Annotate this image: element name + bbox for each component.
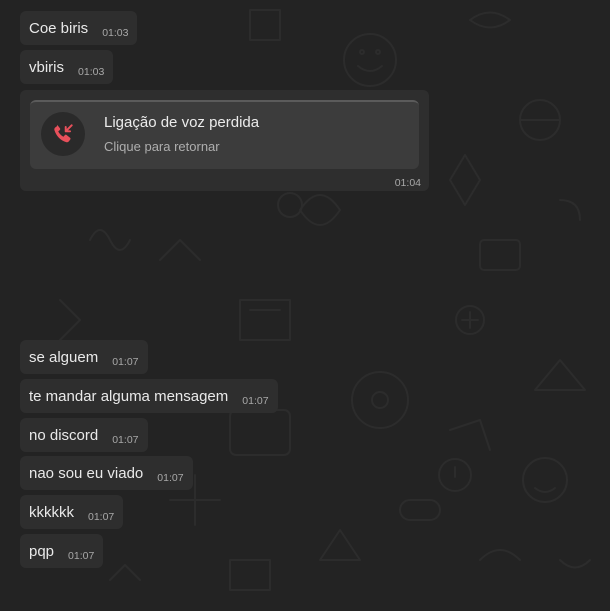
- message-time: 01:03: [78, 65, 105, 78]
- message-text: pqp: [29, 542, 55, 560]
- message-bubble[interactable]: nao sou eu viado 01:07: [20, 456, 193, 490]
- message-time: 01:07: [68, 549, 95, 562]
- message-text: no discord: [29, 426, 99, 444]
- message-text: kkkkkk: [29, 503, 74, 521]
- message-bubble[interactable]: pqp 01:07: [20, 534, 104, 568]
- message-time: 01:07: [112, 355, 139, 368]
- return-call-link[interactable]: Clique para retornar: [104, 139, 220, 154]
- message-text: vbiris: [29, 58, 65, 76]
- message-bubble[interactable]: te mandar alguma mensagem 01:07: [20, 379, 278, 413]
- message-text: Coe biris: [29, 19, 89, 37]
- message-time: 01:04: [394, 177, 421, 189]
- message-bubble[interactable]: no discord 01:07: [20, 418, 148, 452]
- missed-call-message: Ligação de voz perdida Clique para retor…: [20, 90, 429, 191]
- message-text: te mandar alguma mensagem: [29, 387, 229, 405]
- message-time: 01:07: [112, 433, 139, 446]
- message-time: 01:07: [88, 510, 115, 523]
- message-time: 01:03: [102, 26, 129, 39]
- message-time: 01:07: [157, 471, 184, 484]
- message-bubble[interactable]: se alguem 01:07: [20, 340, 148, 374]
- missed-call-card[interactable]: Ligação de voz perdida Clique para retor…: [30, 100, 419, 169]
- message-text: se alguem: [29, 348, 99, 366]
- message-text: nao sou eu viado: [29, 464, 144, 482]
- missed-call-icon: [41, 112, 85, 156]
- message-bubble[interactable]: kkkkkk 01:07: [20, 495, 124, 529]
- message-bubble[interactable]: vbiris 01:03: [20, 50, 114, 84]
- message-time: 01:07: [242, 394, 269, 407]
- missed-call-title: Ligação de voz perdida: [104, 114, 260, 131]
- message-bubble[interactable]: Coe biris 01:03: [20, 11, 138, 45]
